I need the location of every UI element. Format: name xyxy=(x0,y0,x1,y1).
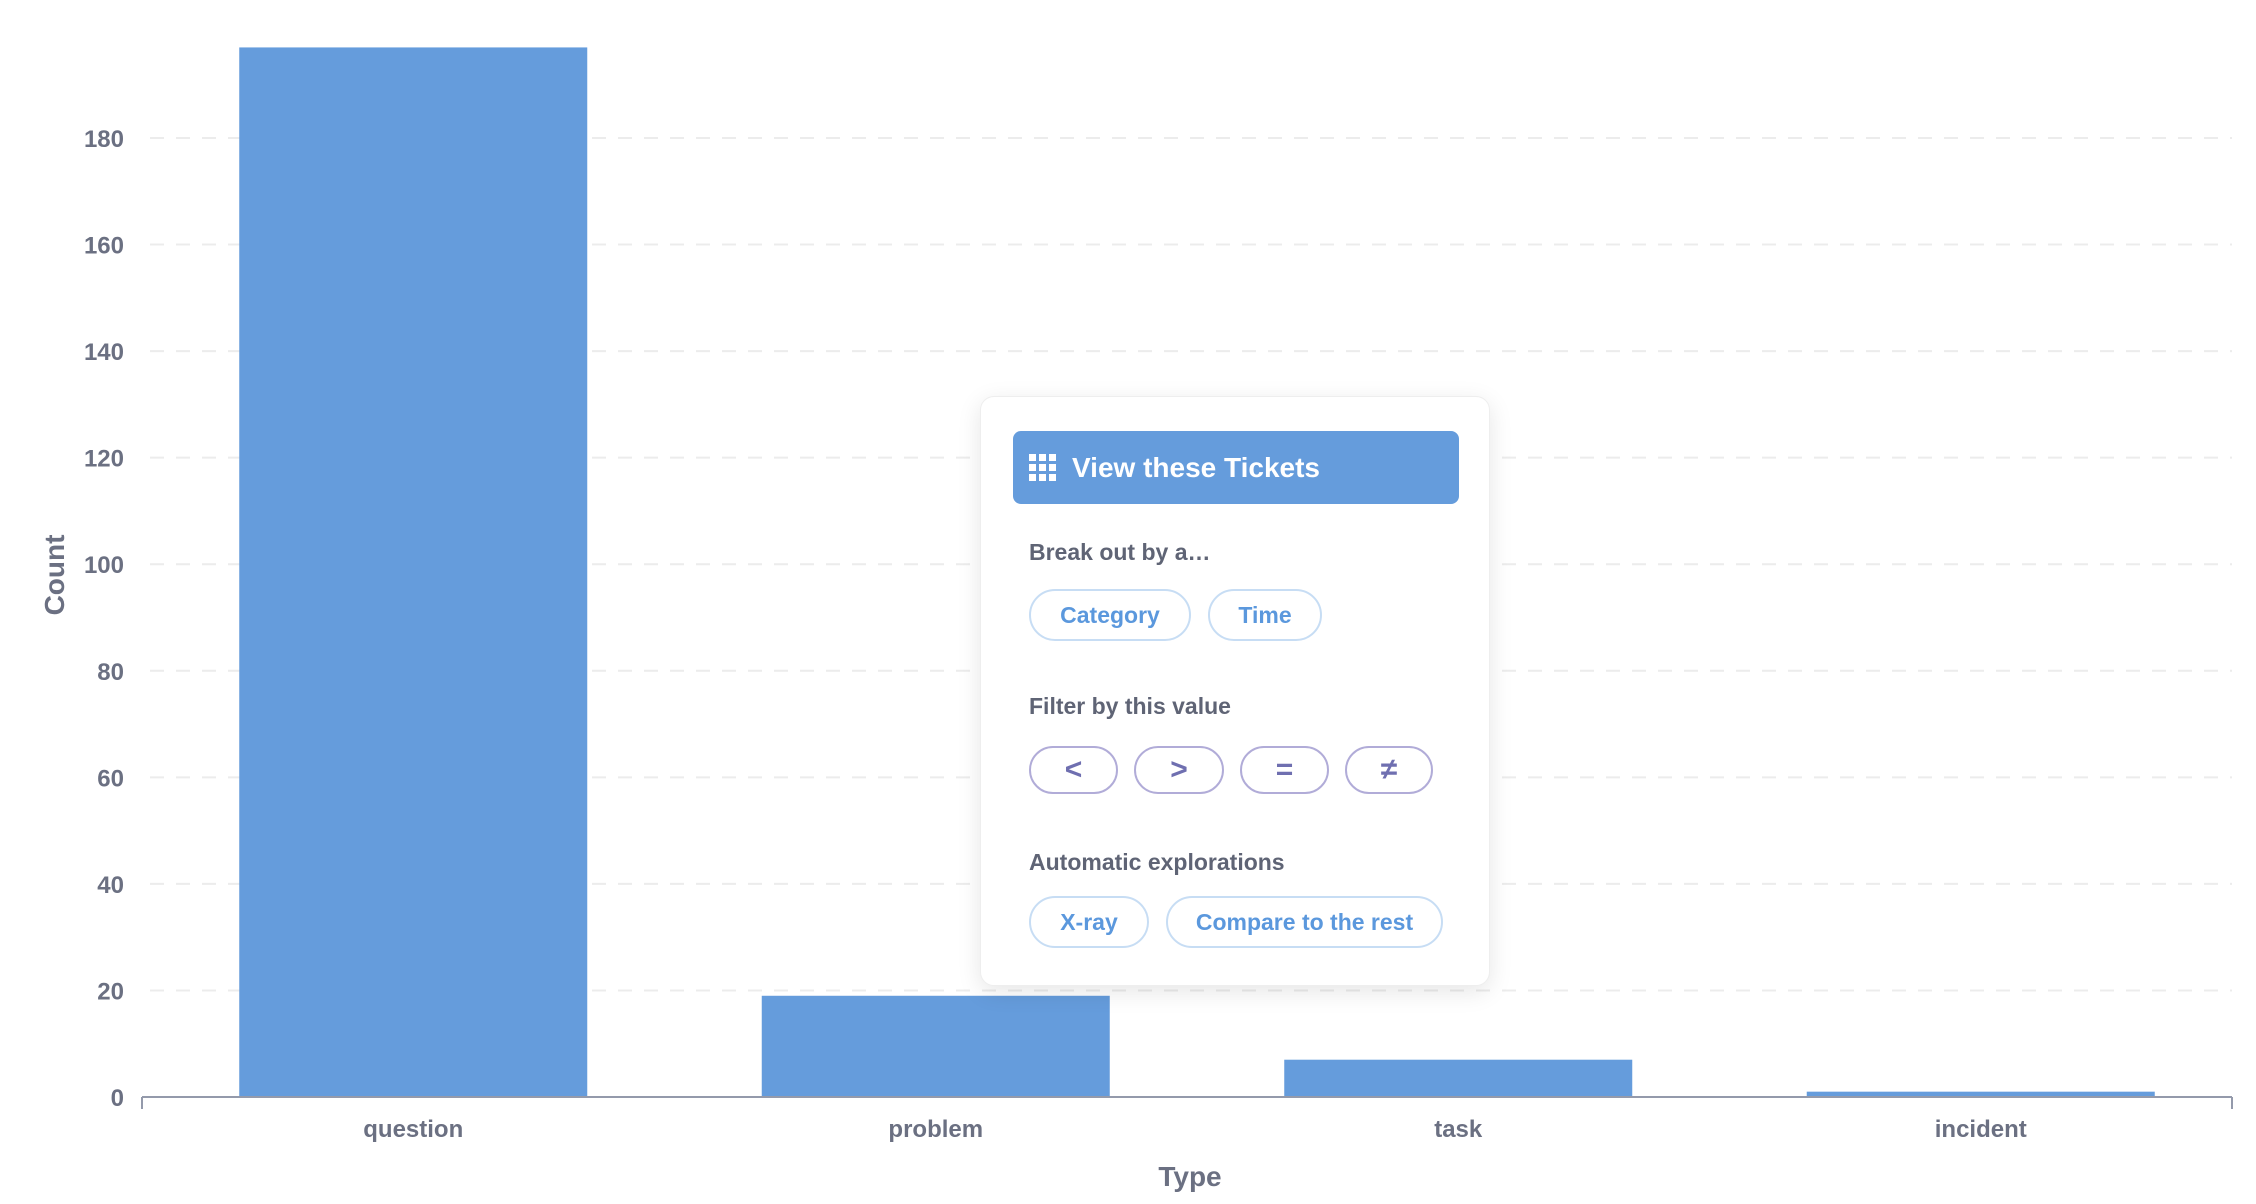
y-tick-label: 60 xyxy=(97,765,124,792)
view-records-button[interactable]: View these Tickets xyxy=(1013,431,1459,504)
x-tick-label: task xyxy=(1434,1116,1483,1143)
drill-through-popover: View these Tickets Break out by a… Categ… xyxy=(980,396,1490,986)
view-records-label: View these Tickets xyxy=(1072,451,1320,483)
y-axis-title: Count xyxy=(39,535,70,616)
explore-section-label: Automatic explorations xyxy=(1029,849,1285,875)
bar-task[interactable] xyxy=(1284,1059,1633,1097)
grid-icon xyxy=(1029,454,1056,481)
bar-question[interactable] xyxy=(239,47,588,1098)
y-tick-label: 0 xyxy=(111,1085,124,1112)
y-tick-label: 80 xyxy=(97,659,124,686)
y-tick-label: 180 xyxy=(84,126,124,153)
y-tick-label: 20 xyxy=(97,978,124,1005)
x-tick-label: problem xyxy=(888,1116,983,1143)
breakout-time-button[interactable]: Time xyxy=(1208,589,1322,641)
filter-greater-than-button[interactable]: > xyxy=(1134,746,1224,794)
y-tick-label: 160 xyxy=(84,233,124,260)
compare-to-rest-button[interactable]: Compare to the rest xyxy=(1166,896,1443,948)
xray-button[interactable]: X-ray xyxy=(1029,896,1149,948)
x-tick-label: incident xyxy=(1935,1116,2027,1143)
y-tick-label: 40 xyxy=(97,872,124,899)
filter-not-equals-button[interactable]: ≠ xyxy=(1345,746,1433,794)
y-tick-label: 140 xyxy=(84,339,124,366)
filter-equals-button[interactable]: = xyxy=(1240,746,1329,794)
breakout-category-button[interactable]: Category xyxy=(1029,589,1191,641)
filter-less-than-button[interactable]: < xyxy=(1029,746,1118,794)
x-axis-labels: question problem task incident xyxy=(363,1116,2027,1143)
x-tick-label: question xyxy=(363,1116,463,1143)
y-tick-label: 100 xyxy=(84,552,124,579)
breakout-section-label: Break out by a… xyxy=(1029,539,1211,565)
y-tick-label: 120 xyxy=(84,446,124,473)
bar-problem[interactable] xyxy=(761,995,1110,1097)
filter-section-label: Filter by this value xyxy=(1029,693,1231,719)
x-axis-title: Type xyxy=(1158,1161,1221,1192)
y-axis-ticks: 0 20 40 60 80 100 120 140 160 180 xyxy=(84,126,124,1112)
